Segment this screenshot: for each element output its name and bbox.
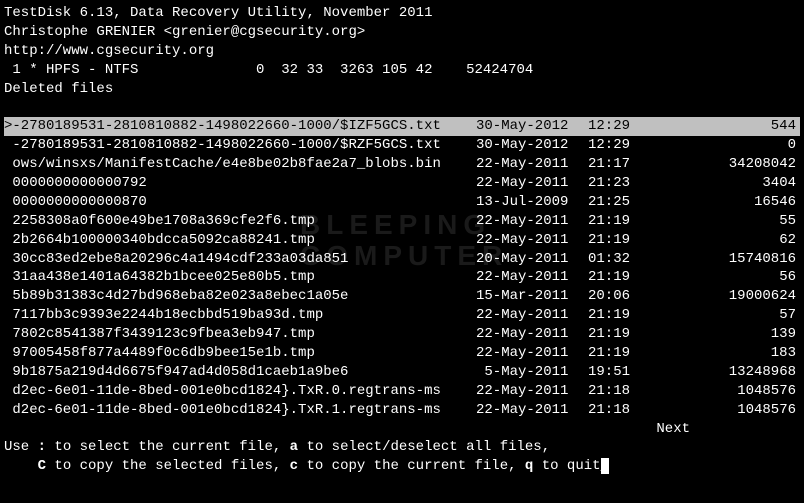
- file-time: 21:18: [588, 401, 646, 420]
- file-row[interactable]: d2ec-6e01-11de-8bed-001e0bcd1824}.TxR.0.…: [4, 382, 800, 401]
- file-time: 01:32: [588, 250, 646, 269]
- file-time: 21:19: [588, 306, 646, 325]
- file-row[interactable]: 9b1875a219d4d6675f947ad4d058d1caeb1a9be6…: [4, 363, 800, 382]
- partition-line: 1 * HPFS - NTFS 0 32 33 3263 105 42 5242…: [4, 61, 800, 80]
- file-row[interactable]: 000000000000087013-Jul-200921:2516546: [4, 193, 800, 212]
- next-indicator: Next: [4, 420, 800, 439]
- file-size: 19000624: [646, 287, 800, 306]
- file-date: 22-May-2011: [476, 382, 588, 401]
- file-size: 3404: [646, 174, 800, 193]
- file-date: 13-Jul-2009: [476, 193, 588, 212]
- file-row[interactable]: 31aa438e1401a64382b1bcee025e80b5.tmp22-M…: [4, 268, 800, 287]
- file-date: 15-Mar-2011: [476, 287, 588, 306]
- file-name: >-2780189531-2810810882-1498022660-1000/…: [4, 117, 476, 136]
- file-time: 21:18: [588, 382, 646, 401]
- file-size: 13248968: [646, 363, 800, 382]
- file-row[interactable]: 97005458f877a4489f0c6db9bee15e1b.tmp22-M…: [4, 344, 800, 363]
- file-name: 2b2664b100000340bdcca5092ca88241.tmp: [4, 231, 476, 250]
- file-row[interactable]: 2b2664b100000340bdcca5092ca88241.tmp22-M…: [4, 231, 800, 250]
- file-name: 5b89b31383c4d27bd968eba82e023a8ebec1a05e: [4, 287, 476, 306]
- file-date: 22-May-2011: [476, 231, 588, 250]
- file-date: 22-May-2011: [476, 155, 588, 174]
- file-name: 9b1875a219d4d6675f947ad4d058d1caeb1a9be6: [4, 363, 476, 382]
- file-name: d2ec-6e01-11de-8bed-001e0bcd1824}.TxR.0.…: [4, 382, 476, 401]
- file-time: 19:51: [588, 363, 646, 382]
- file-size: 16546: [646, 193, 800, 212]
- file-size: 183: [646, 344, 800, 363]
- file-time: 12:29: [588, 117, 646, 136]
- file-name: 0000000000000792: [4, 174, 476, 193]
- file-date: 22-May-2011: [476, 306, 588, 325]
- mode-line: Deleted files: [4, 80, 800, 99]
- file-name: 0000000000000870: [4, 193, 476, 212]
- file-date: 22-May-2011: [476, 174, 588, 193]
- file-date: 30-May-2012: [476, 117, 588, 136]
- file-name: 7802c8541387f3439123c9fbea3eb947.tmp: [4, 325, 476, 344]
- file-time: 21:19: [588, 231, 646, 250]
- file-name: 31aa438e1401a64382b1bcee025e80b5.tmp: [4, 268, 476, 287]
- file-size: 15740816: [646, 250, 800, 269]
- help-line-1: Use : to select the current file, a to s…: [4, 438, 800, 457]
- file-name: 30cc83ed2ebe8a20296c4a1494cdf233a03da851: [4, 250, 476, 269]
- app-title: TestDisk 6.13, Data Recovery Utility, No…: [4, 4, 800, 23]
- file-name: ows/winsxs/ManifestCache/e4e8be02b8fae2a…: [4, 155, 476, 174]
- file-list[interactable]: >-2780189531-2810810882-1498022660-1000/…: [4, 117, 800, 419]
- help-line-2: C to copy the selected files, c to copy …: [4, 457, 800, 476]
- file-row[interactable]: >-2780189531-2810810882-1498022660-1000/…: [4, 117, 800, 136]
- file-size: 57: [646, 306, 800, 325]
- file-size: 1048576: [646, 401, 800, 420]
- file-date: 30-May-2012: [476, 136, 588, 155]
- file-size: 544: [646, 117, 800, 136]
- file-row[interactable]: 7117bb3c9393e2244b18ecbbd519ba93d.tmp22-…: [4, 306, 800, 325]
- file-size: 62: [646, 231, 800, 250]
- file-date: 5-May-2011: [476, 363, 588, 382]
- file-time: 21:23: [588, 174, 646, 193]
- file-name: -2780189531-2810810882-1498022660-1000/$…: [4, 136, 476, 155]
- file-row[interactable]: 000000000000079222-May-201121:233404: [4, 174, 800, 193]
- file-name: 97005458f877a4489f0c6db9bee15e1b.tmp: [4, 344, 476, 363]
- file-size: 1048576: [646, 382, 800, 401]
- author-line: Christophe GRENIER <grenier@cgsecurity.o…: [4, 23, 800, 42]
- file-name: 2258308a0f600e49be1708a369cfe2f6.tmp: [4, 212, 476, 231]
- file-time: 20:06: [588, 287, 646, 306]
- file-name: 7117bb3c9393e2244b18ecbbd519ba93d.tmp: [4, 306, 476, 325]
- file-time: 12:29: [588, 136, 646, 155]
- file-time: 21:25: [588, 193, 646, 212]
- blank-line: [4, 98, 800, 117]
- file-row[interactable]: d2ec-6e01-11de-8bed-001e0bcd1824}.TxR.1.…: [4, 401, 800, 420]
- file-row[interactable]: ows/winsxs/ManifestCache/e4e8be02b8fae2a…: [4, 155, 800, 174]
- file-date: 22-May-2011: [476, 401, 588, 420]
- url-line: http://www.cgsecurity.org: [4, 42, 800, 61]
- file-date: 22-May-2011: [476, 325, 588, 344]
- file-row[interactable]: 30cc83ed2ebe8a20296c4a1494cdf233a03da851…: [4, 250, 800, 269]
- file-size: 55: [646, 212, 800, 231]
- file-date: 22-May-2011: [476, 212, 588, 231]
- file-date: 20-May-2011: [476, 250, 588, 269]
- file-date: 22-May-2011: [476, 268, 588, 287]
- file-time: 21:19: [588, 268, 646, 287]
- file-name: d2ec-6e01-11de-8bed-001e0bcd1824}.TxR.1.…: [4, 401, 476, 420]
- file-size: 0: [646, 136, 800, 155]
- file-row[interactable]: 2258308a0f600e49be1708a369cfe2f6.tmp22-M…: [4, 212, 800, 231]
- file-size: 56: [646, 268, 800, 287]
- file-size: 34208042: [646, 155, 800, 174]
- file-size: 139: [646, 325, 800, 344]
- file-date: 22-May-2011: [476, 344, 588, 363]
- file-time: 21:19: [588, 212, 646, 231]
- file-row[interactable]: 5b89b31383c4d27bd968eba82e023a8ebec1a05e…: [4, 287, 800, 306]
- file-row[interactable]: -2780189531-2810810882-1498022660-1000/$…: [4, 136, 800, 155]
- file-row[interactable]: 7802c8541387f3439123c9fbea3eb947.tmp22-M…: [4, 325, 800, 344]
- file-time: 21:17: [588, 155, 646, 174]
- file-time: 21:19: [588, 344, 646, 363]
- file-time: 21:19: [588, 325, 646, 344]
